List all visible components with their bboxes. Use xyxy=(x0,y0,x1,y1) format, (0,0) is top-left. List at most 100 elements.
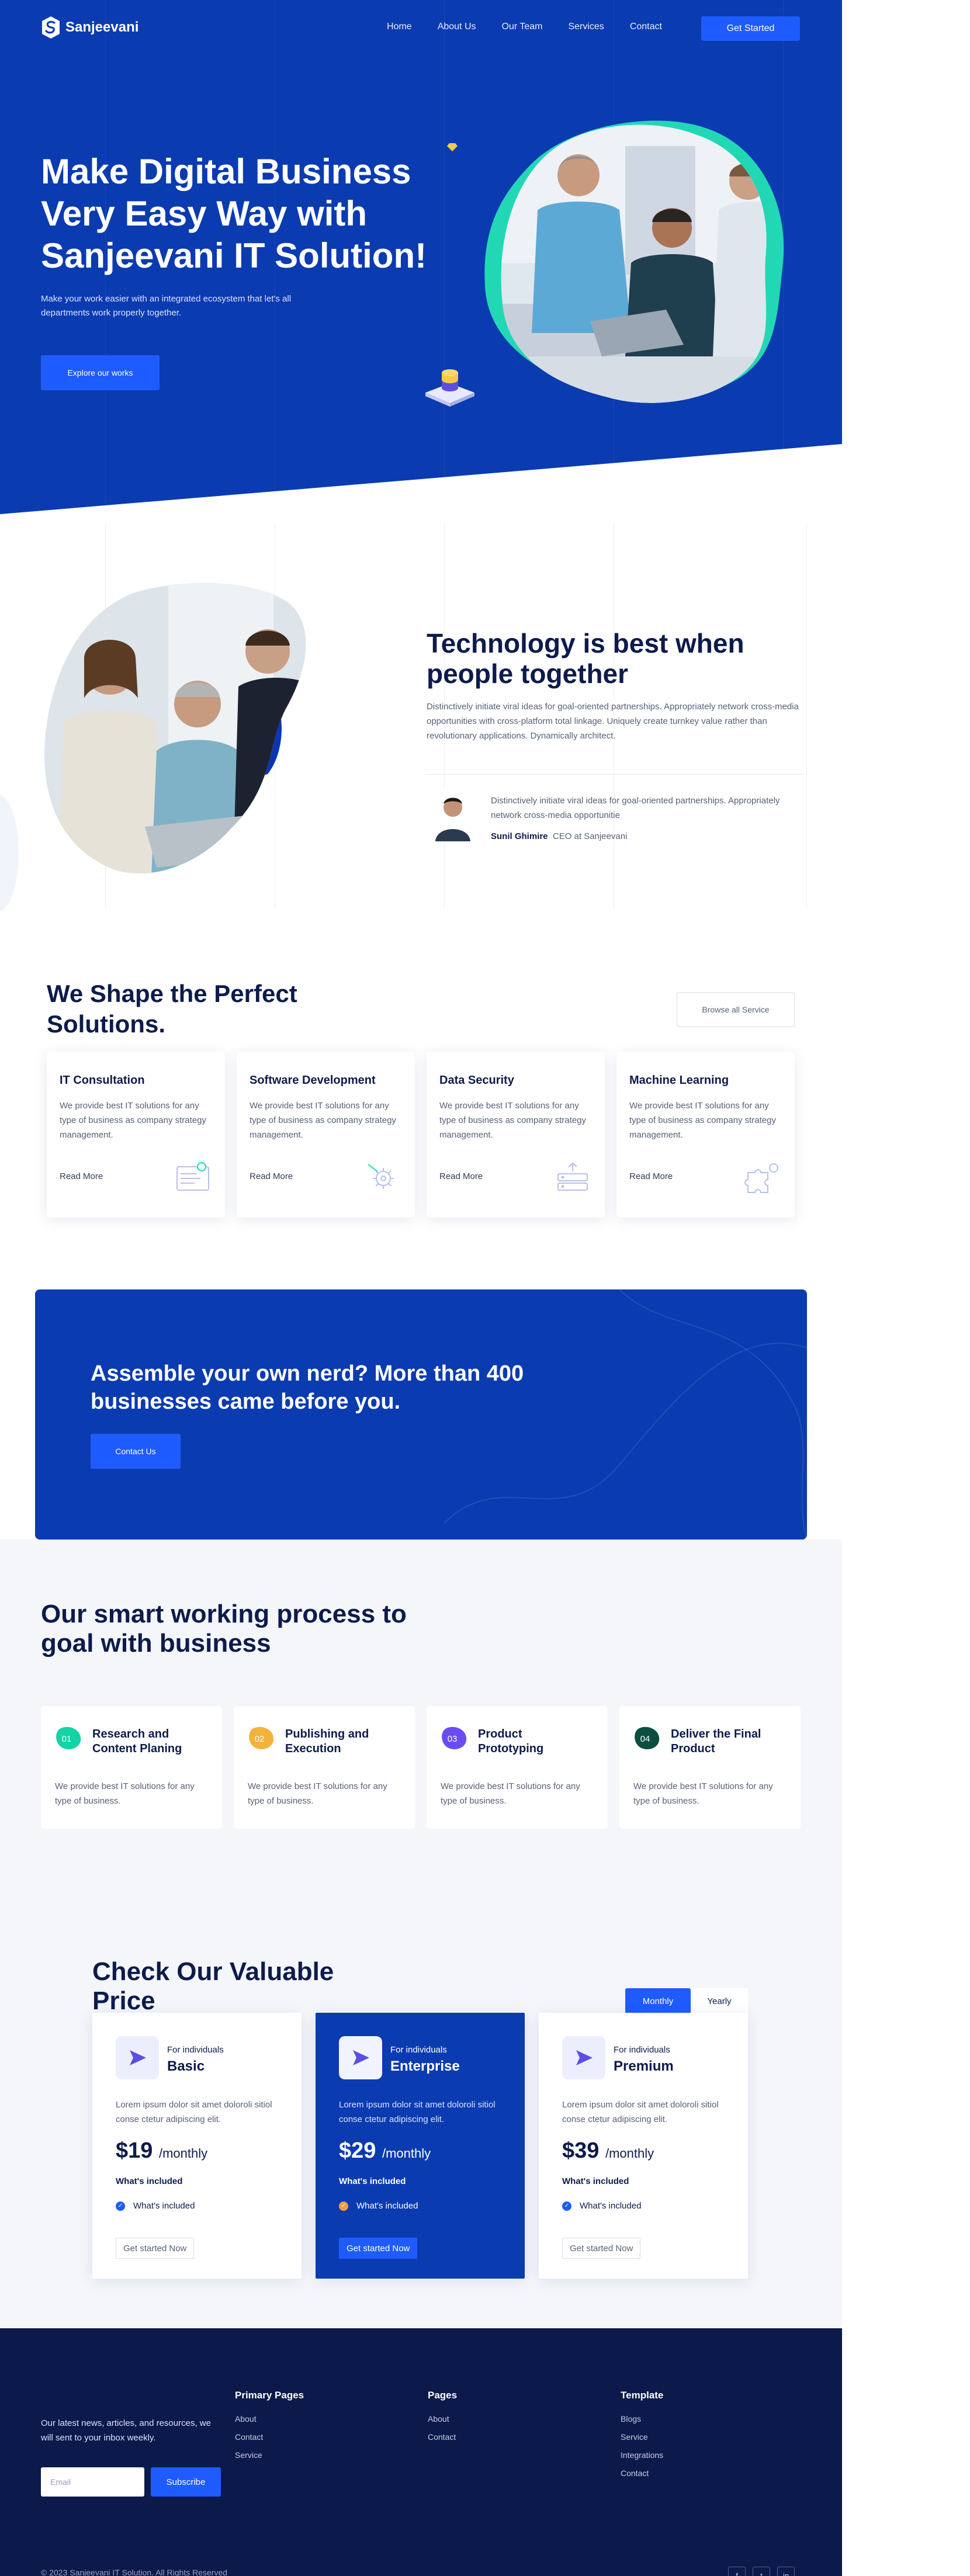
billing-toggle: Monthly Yearly xyxy=(625,1988,748,2014)
nav-item-our-team[interactable]: Our Team xyxy=(502,22,543,32)
page-root: Sanjeevani Home About Us Our Team Servic… xyxy=(0,0,970,2576)
step-title: Product Prototyping xyxy=(478,1728,544,1755)
price-period: /monthly xyxy=(382,2146,431,2161)
testimonial-author: Sunil Ghimire CEO at Sanjeevani xyxy=(491,831,627,841)
nav-item-contact[interactable]: Contact xyxy=(630,22,662,32)
logo[interactable]: Sanjeevani xyxy=(41,15,138,40)
included-title: What's included xyxy=(339,2176,406,2186)
footer-link-service[interactable]: Service xyxy=(235,2450,304,2460)
get-started-button[interactable]: Get Started xyxy=(701,16,800,41)
twitter-icon[interactable]: t xyxy=(753,2567,770,2576)
linkedin-icon[interactable]: in xyxy=(777,2567,795,2576)
plan-name: Enterprise xyxy=(390,2058,460,2074)
get-started-plan-button[interactable]: Get started Now xyxy=(116,2238,195,2259)
side-decoration xyxy=(0,795,19,911)
logo-icon xyxy=(42,16,60,39)
included-title: What's included xyxy=(562,2176,629,2186)
footer-link-contact[interactable]: Contact xyxy=(428,2432,457,2442)
author-avatar xyxy=(429,789,476,841)
plan-card-enterprise: For individuals Enterprise Lorem ipsum d… xyxy=(316,2013,525,2279)
service-card-text: We provide best IT solutions for any typ… xyxy=(629,1101,776,1140)
server-icon xyxy=(557,1162,588,1191)
footer-link-contact[interactable]: Contact xyxy=(621,2468,663,2478)
plan-card-premium: For individuals Premium Lorem ipsum dolo… xyxy=(539,2013,748,2279)
check-icon: ✓ xyxy=(339,2201,348,2211)
plan-name: Basic xyxy=(167,2058,205,2074)
plan-audience: For individuals xyxy=(614,2045,670,2055)
toggle-yearly[interactable]: Yearly xyxy=(691,1988,748,2014)
about-title: Technology is best when people together xyxy=(427,628,744,689)
price-amount: $39 xyxy=(562,2138,600,2163)
feature-item: ✓ What's included xyxy=(116,2201,195,2211)
check-icon: ✓ xyxy=(562,2201,571,2211)
about-divider xyxy=(427,774,805,775)
about-text: Distinctively initiate viral ideas for g… xyxy=(427,702,799,741)
step-title: Deliver the Final Product xyxy=(671,1728,761,1755)
cta-title: Assemble your own nerd? More than 400 bu… xyxy=(91,1361,524,1414)
process-step-2: 02 Publishing and Execution We provide b… xyxy=(234,1706,415,1829)
facebook-icon[interactable]: f xyxy=(728,2567,746,2576)
plan-icon xyxy=(562,2036,605,2079)
top-nav: Sanjeevani Home About Us Our Team Servic… xyxy=(41,13,800,42)
toggle-monthly[interactable]: Monthly xyxy=(625,1988,691,2014)
price-period: /monthly xyxy=(158,2146,208,2161)
footer-link-contact[interactable]: Contact xyxy=(235,2432,304,2442)
service-card-machine-learning[interactable]: Machine Learning We provide best IT solu… xyxy=(616,1052,795,1218)
logo-text: Sanjeevani xyxy=(65,19,139,35)
footer-column-title: Primary Pages xyxy=(235,2390,304,2401)
nav-item-home[interactable]: Home xyxy=(387,22,412,32)
stack-decoration-icon xyxy=(425,369,474,407)
step-number: 04 xyxy=(640,1734,650,1744)
hero-title: Make Digital Business Very Easy Way with… xyxy=(41,152,427,275)
email-input[interactable] xyxy=(41,2467,144,2497)
step-number: 01 xyxy=(62,1734,72,1744)
service-card-title: Software Development xyxy=(250,1074,376,1087)
step-badge-icon: 01 xyxy=(56,1726,81,1749)
puzzle-icon xyxy=(744,1163,778,1193)
subscribe-button[interactable]: Subscribe xyxy=(151,2467,221,2497)
read-more-link[interactable]: Read More xyxy=(60,1171,103,1181)
price-period: /monthly xyxy=(605,2146,654,2161)
contact-us-button[interactable]: Contact Us xyxy=(91,1434,181,1469)
service-card-title: Machine Learning xyxy=(629,1074,729,1087)
step-title: Publishing and Execution xyxy=(285,1728,369,1755)
process-title: Our smart working process to goal with b… xyxy=(41,1600,407,1658)
newsletter-text: Our latest news, articles, and resources… xyxy=(41,2418,211,2443)
service-card-software-development[interactable]: Software Development We provide best IT … xyxy=(237,1052,415,1218)
step-text: We provide best IT solutions for any typ… xyxy=(633,1781,773,1806)
footer-link-integrations[interactable]: Integrations xyxy=(621,2450,663,2460)
step-number: 03 xyxy=(448,1734,458,1744)
nav-item-about-us[interactable]: About Us xyxy=(438,22,476,32)
included-title: What's included xyxy=(116,2176,183,2186)
nav-item-services[interactable]: Services xyxy=(568,22,604,32)
service-card-it-consultation[interactable]: IT Consultation We provide best IT solut… xyxy=(47,1052,225,1218)
browse-services-button[interactable]: Browse all Service xyxy=(677,992,795,1027)
get-started-plan-button[interactable]: Get started Now xyxy=(562,2238,641,2259)
read-more-link[interactable]: Read More xyxy=(629,1171,673,1181)
price-amount: $29 xyxy=(339,2138,376,2163)
footer-link-about[interactable]: About xyxy=(428,2414,457,2424)
read-more-link[interactable]: Read More xyxy=(439,1171,483,1181)
about-team-image xyxy=(44,583,306,873)
main-menu: Home About Us Our Team Services Contact xyxy=(387,22,662,32)
plan-icon xyxy=(339,2036,382,2079)
footer-link-blogs[interactable]: Blogs xyxy=(621,2414,663,2424)
service-card-title: IT Consultation xyxy=(60,1074,145,1087)
get-started-plan-button[interactable]: Get started Now xyxy=(339,2238,418,2259)
landing-page: Sanjeevani Home About Us Our Team Servic… xyxy=(0,0,842,2576)
explore-works-button[interactable]: Explore our works xyxy=(41,355,160,390)
read-more-link[interactable]: Read More xyxy=(250,1171,293,1181)
footer-column-title: Template xyxy=(621,2390,664,2401)
footer-column-title: Pages xyxy=(428,2390,458,2401)
plan-price: $39 /monthly xyxy=(562,2138,654,2164)
service-card-data-security[interactable]: Data Security We provide best IT solutio… xyxy=(427,1052,605,1218)
hero-subtitle: Make your work easier with an integrated… xyxy=(41,294,292,318)
service-card-text: We provide best IT solutions for any typ… xyxy=(250,1101,396,1140)
plan-name: Premium xyxy=(614,2058,674,2074)
play-icon xyxy=(576,2050,593,2065)
footer-link-about[interactable]: About xyxy=(235,2414,304,2424)
footer-link-service[interactable]: Service xyxy=(621,2432,663,2442)
step-badge-icon: 03 xyxy=(442,1726,467,1749)
footer-column-template: Template Blogs Service Integrations Cont… xyxy=(621,2390,663,2487)
plan-description: Lorem ipsum dolor sit amet doloroli siti… xyxy=(116,2100,272,2124)
